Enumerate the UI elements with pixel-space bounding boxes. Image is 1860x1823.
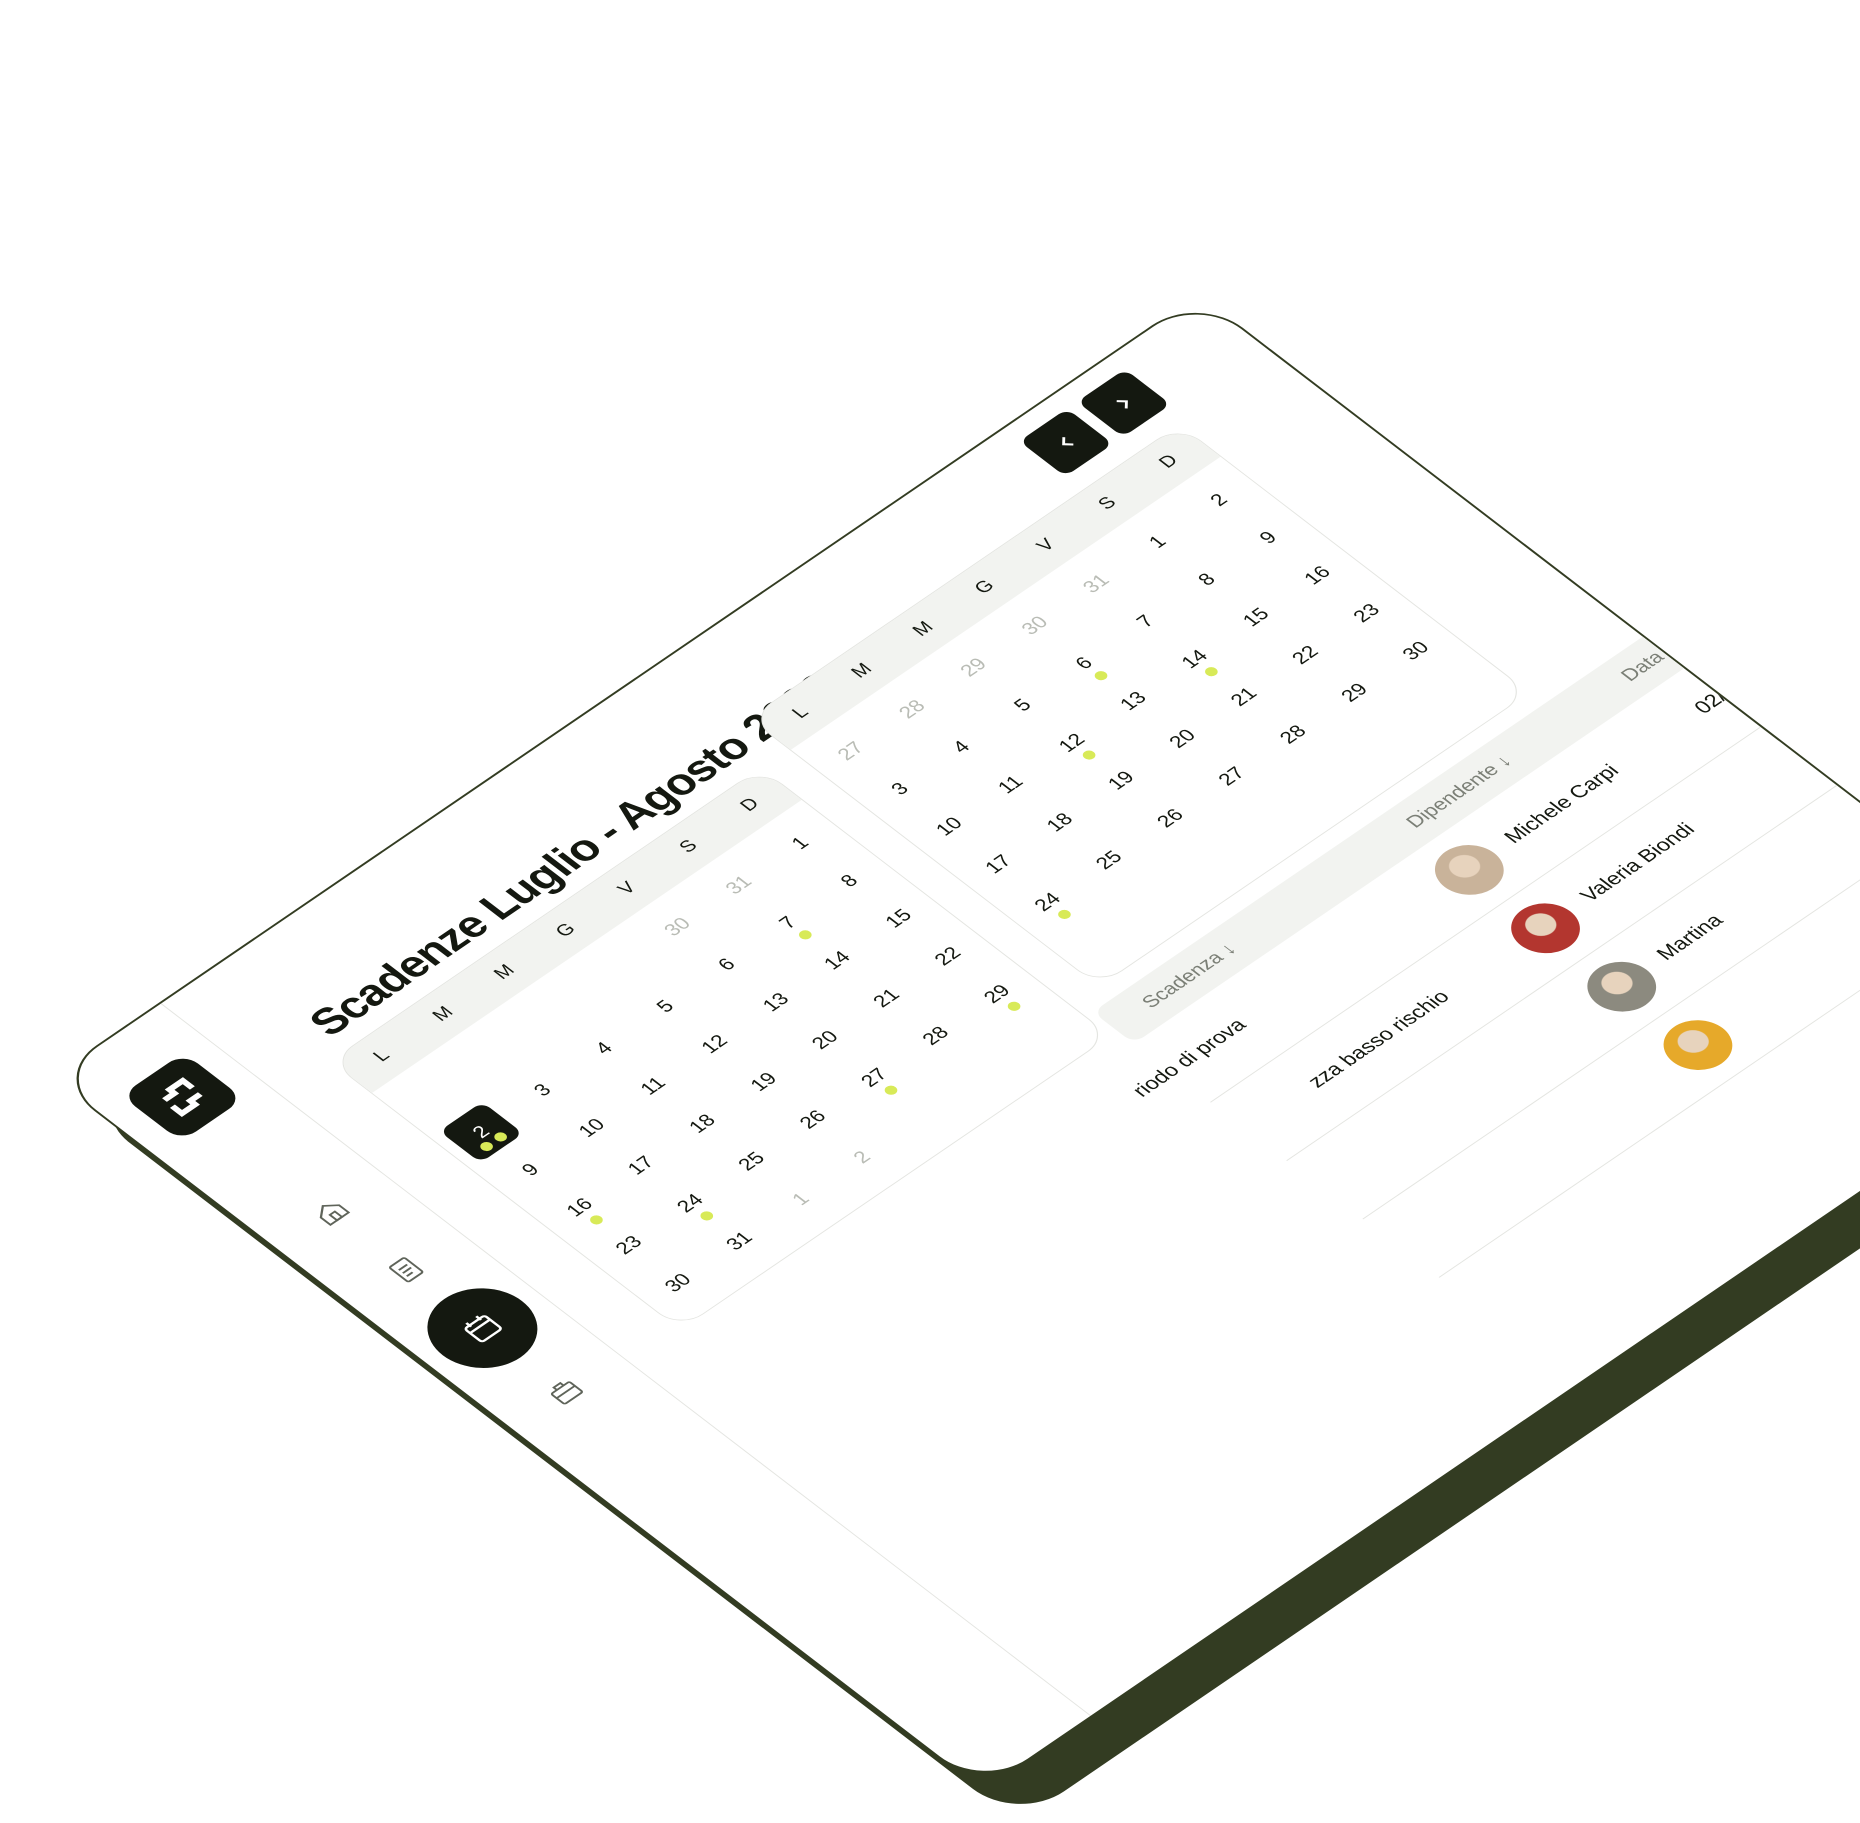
day-number: 30 <box>1397 637 1434 664</box>
day-number: 2 <box>848 1147 876 1167</box>
calendar-icon <box>464 1315 502 1343</box>
day-number: 30 <box>659 1269 696 1296</box>
chevron-left-icon <box>1062 437 1074 446</box>
day-number: 16 <box>1299 562 1336 589</box>
day-number: 15 <box>1237 604 1274 631</box>
nav-briefcase[interactable] <box>513 1354 617 1429</box>
day-number: 22 <box>1287 641 1324 668</box>
day-number: 8 <box>835 870 863 891</box>
document-icon <box>389 1257 424 1283</box>
day-number: 2 <box>1205 490 1233 510</box>
deadline-dot <box>1202 665 1221 678</box>
day-number: 12 <box>696 1031 733 1057</box>
day-number: 21 <box>868 985 905 1011</box>
deadline-dot <box>1092 669 1110 683</box>
day-number: 13 <box>757 989 794 1016</box>
day-number: 31 <box>720 871 757 898</box>
cell-dipendente: Martina <box>1651 910 1729 964</box>
avatar <box>1573 951 1671 1022</box>
deadline-dot <box>796 928 814 942</box>
deadline-dot <box>491 1130 510 1144</box>
avatar <box>1496 893 1595 964</box>
day-number: 10 <box>573 1114 610 1141</box>
day-number: 5 <box>1009 695 1036 715</box>
day-number: 22 <box>929 943 966 970</box>
briefcase-icon <box>550 1381 583 1405</box>
day-number: 28 <box>1275 721 1311 748</box>
day-number: 13 <box>1115 687 1152 714</box>
nav-documents[interactable] <box>354 1232 458 1307</box>
day-number: 8 <box>1193 569 1220 590</box>
day-number: 17 <box>980 851 1017 878</box>
day-number: 23 <box>1348 600 1385 626</box>
nav-home[interactable] <box>279 1174 383 1249</box>
day-number: 9 <box>1254 527 1282 548</box>
day-number: 26 <box>794 1106 831 1133</box>
day-number: 6 <box>1070 653 1098 674</box>
day-number: 19 <box>745 1068 782 1095</box>
deadline-dot <box>477 1139 496 1153</box>
day-number: 28 <box>894 696 930 723</box>
avatar <box>1420 834 1518 906</box>
arrow-down-icon: ↓ <box>1656 639 1682 659</box>
day-number: 25 <box>1090 847 1127 873</box>
deadline-dot <box>1079 748 1098 762</box>
day-number: 15 <box>880 905 917 932</box>
day-number: 1 <box>786 833 814 853</box>
day-number: 11 <box>993 772 1028 798</box>
day-number: 11 <box>635 1073 671 1099</box>
day-number: 3 <box>886 778 914 799</box>
cell-data: 02/07 <box>1689 674 1752 718</box>
day-number: 30 <box>659 913 696 940</box>
deadline-dot <box>882 1083 901 1097</box>
day-number: 21 <box>1225 683 1262 710</box>
day-number: 29 <box>955 654 992 681</box>
day-number: 7 <box>1131 611 1159 632</box>
day-number: 6 <box>713 954 740 975</box>
day-number: 27 <box>832 738 869 765</box>
day-number: 31 <box>721 1227 758 1254</box>
day-number: 28 <box>917 1022 954 1049</box>
deadline-dot <box>587 1213 606 1227</box>
day-number: 20 <box>807 1026 843 1053</box>
day-number: 18 <box>684 1110 721 1137</box>
day-number: 9 <box>516 1159 544 1180</box>
day-number: 23 <box>610 1232 647 1258</box>
chevron-right-icon <box>1116 400 1128 409</box>
day-number: 17 <box>622 1152 659 1179</box>
app-screen: Scadenze Luglio - Agosto 2023 LMMGVSD 26… <box>50 293 1860 1792</box>
deadline-dot <box>698 1209 717 1223</box>
day-number: 19 <box>1103 767 1139 794</box>
day-number: 4 <box>947 737 975 757</box>
day-number: 14 <box>819 947 856 974</box>
logo-icon <box>162 1077 203 1117</box>
arrow-down-icon: ↓ <box>1490 751 1517 771</box>
day-number: 30 <box>1016 612 1053 639</box>
day-number: 3 <box>529 1080 556 1100</box>
day-number: 27 <box>1213 763 1250 790</box>
day-number: 4 <box>590 1038 618 1059</box>
day-number: 18 <box>1041 809 1078 836</box>
day-number: 5 <box>651 996 679 1017</box>
day-number: 26 <box>1152 805 1189 832</box>
home-icon <box>319 1204 351 1227</box>
day-number: 10 <box>931 813 967 840</box>
avatar <box>1649 1009 1747 1081</box>
day-number: 25 <box>733 1148 770 1175</box>
day-number: 31 <box>1078 570 1115 597</box>
day-number: 1 <box>787 1189 814 1209</box>
deadline-dot <box>1055 907 1074 921</box>
day-number: 1 <box>1144 531 1171 552</box>
app-logo[interactable] <box>120 1052 244 1142</box>
day-number: 7 <box>774 912 802 933</box>
day-number: 20 <box>1164 725 1201 752</box>
day-number: 29 <box>1336 679 1373 706</box>
deadline-dot <box>1005 999 1023 1013</box>
